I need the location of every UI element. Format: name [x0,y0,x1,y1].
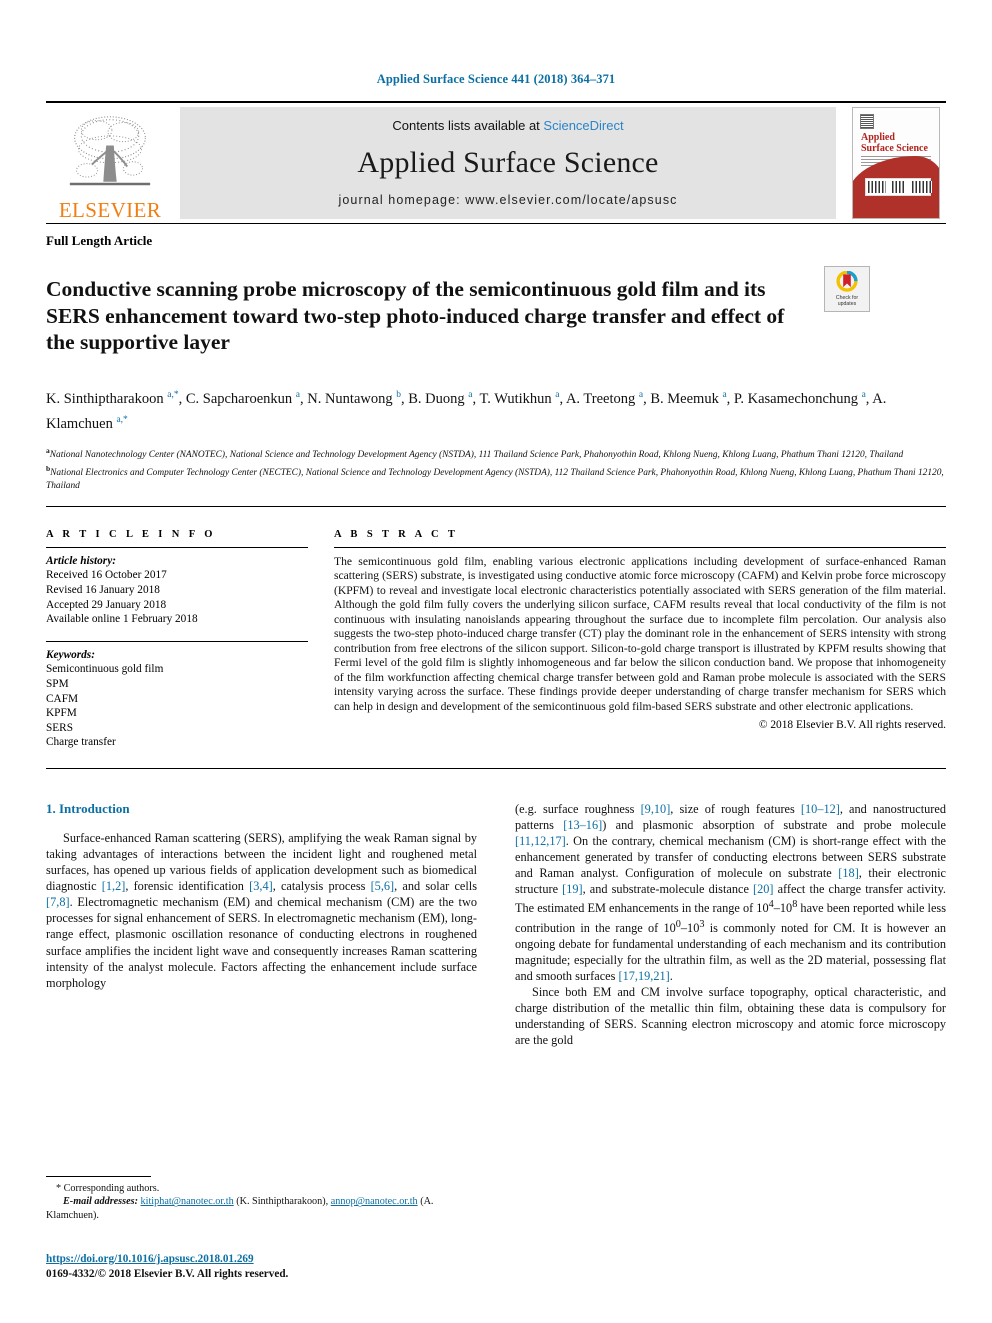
page-title: Conductive scanning probe microscopy of … [46,277,785,355]
article-type-label: Full Length Article [46,233,153,248]
article-page: Applied Surface Science 441 (2018) 364–3… [0,0,992,1323]
email-owner-1: (K. Sinthiptharakoon), [236,1196,329,1208]
cover-publisher-mark-icon [860,114,874,129]
elsevier-logo[interactable]: ELSEVIER [46,103,174,223]
contents-available-line: Contents lists available at ScienceDirec… [392,118,623,133]
keyword-item: SPM [46,677,69,690]
cover-title-line2: Surface Science [861,142,928,154]
cover-image-strip [865,178,932,196]
cover-title: Applied Surface Science [861,132,928,154]
keyword-item: Semicontinuous gold film [46,663,164,676]
masthead-center: Contents lists available at ScienceDirec… [180,107,836,219]
article-info-rule [46,546,308,548]
crossmark-line2: updates [837,301,857,307]
running-head: Applied Surface Science 441 (2018) 364–3… [376,72,616,86]
affiliation-b: bNational Electronics and Computer Techn… [46,463,946,492]
affiliation-a: aNational Nanotechnology Center (NANOTEC… [46,445,946,461]
affiliation-text-b: National Electronics and Computer Techno… [46,468,944,491]
crossmark-label: Check for updates [836,295,858,307]
abstract-text: The semicontinuous gold film, enabling v… [334,554,946,713]
article-history-label: Article history: [46,554,116,567]
elsevier-wordmark: ELSEVIER [58,198,162,222]
body-column-left: 1. Introduction Surface-enhanced Raman s… [46,801,477,1049]
abstract-heading: A B S T R A C T [334,528,459,540]
email-link-2[interactable]: annop@nanotec.or.th [331,1196,418,1207]
crossmark-icon [836,271,858,292]
elsevier-tree-icon [69,116,151,186]
history-accepted: Accepted 29 January 2018 [46,598,167,611]
body-column-gap [477,801,515,1049]
cover-image: Applied Surface Science [852,107,940,219]
intro-paragraph-right-2: Since both EM and CM involve surface top… [515,985,946,1048]
abstract-bottom-rule [46,767,946,769]
doi-block: https://doi.org/10.1016/j.apsusc.2018.01… [46,1252,477,1282]
affiliation-text-a: National Nanotechnology Center (NANOTEC)… [49,450,904,461]
crossmark-badge[interactable]: Check for updates [824,266,870,312]
corresponding-authors-text: * Corresponding authors. [56,1183,160,1194]
section-title-introduction: 1. Introduction [46,800,130,816]
abstract-column: A B S T R A C T The semicontinuous gold … [334,529,946,750]
keyword-item: SERS [46,721,74,734]
history-received: Received 16 October 2017 [46,569,167,582]
abstract-copyright: © 2018 Elsevier B.V. All rights reserved… [758,719,946,732]
keyword-item: Charge transfer [46,736,116,749]
keyword-item: CAFM [46,692,79,705]
footnote-rule [46,1176,151,1177]
article-history: Article history: Received 16 October 201… [46,554,308,627]
cover-title-line1: Applied [861,132,895,143]
journal-masthead: ELSEVIER Contents lists available at Sci… [46,103,946,223]
corresponding-author-note: * Corresponding authors. E-mail addresse… [46,1182,477,1222]
keyword-item: KPFM [46,707,77,720]
article-info-heading: A R T I C L E I N F O [46,528,216,540]
keywords-label: Keywords: [46,648,95,661]
issn-copyright-line: 0169-4332/© 2018 Elsevier B.V. All right… [46,1268,289,1280]
info-abstract-section: A R T I C L E I N F O Article history: R… [46,529,946,750]
author-list: K. Sinthiptharakoon a,*, C. Sapcharoenku… [46,390,887,432]
journal-cover-thumbnail[interactable]: Applied Surface Science [846,103,946,223]
intro-paragraph-right-1: (e.g. surface roughness [9,10], size of … [515,801,946,984]
body-column-right: (e.g. surface roughness [9,10], size of … [515,801,946,1049]
email-addresses-label: E-mail addresses: [63,1196,138,1208]
intro-paragraph-left: Surface-enhanced Raman scattering (SERS)… [46,830,477,990]
keywords-list: Keywords: Semicontinuous gold film SPM C… [46,648,308,750]
footnote-block: * Corresponding authors. E-mail addresse… [46,1176,477,1222]
journal-homepage[interactable]: journal homepage: www.elsevier.com/locat… [338,193,677,207]
doi-link[interactable]: https://doi.org/10.1016/j.apsusc.2018.01… [46,1252,477,1267]
sciencedirect-link[interactable]: ScienceDirect [543,118,623,133]
history-revised: Revised 16 January 2018 [46,583,160,596]
title-row: Conductive scanning probe microscopy of … [46,262,946,370]
abstract-rule [334,546,946,548]
column-gap [308,529,334,750]
keywords-rule [46,640,308,642]
body-columns: 1. Introduction Surface-enhanced Raman s… [46,801,946,1049]
article-info-column: A R T I C L E I N F O Article history: R… [46,529,308,750]
history-online: Available online 1 February 2018 [46,613,198,626]
email-link-1[interactable]: kitiphat@nanotec.or.th [141,1196,234,1207]
journal-title: Applied Surface Science [357,146,659,179]
contents-prefix: Contents lists available at [392,118,544,133]
info-top-rule [46,505,946,507]
